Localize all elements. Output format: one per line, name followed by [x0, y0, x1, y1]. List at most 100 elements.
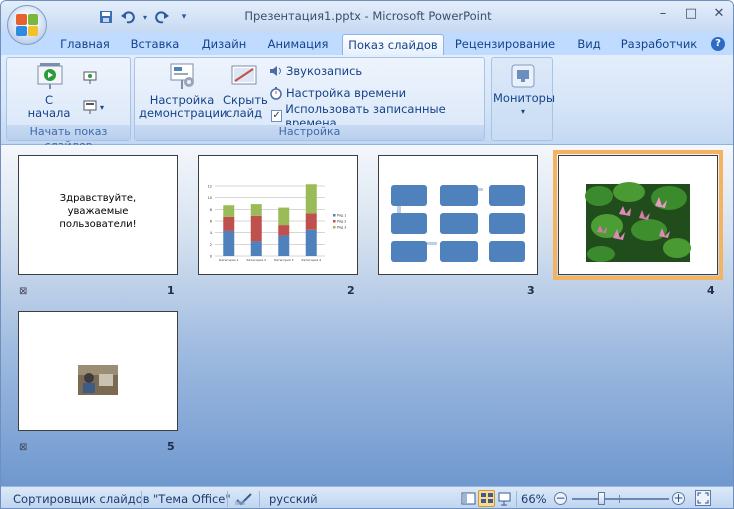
legend-label: Ряд 2 — [337, 220, 346, 224]
help-icon[interactable]: ? — [711, 37, 725, 51]
hide-slide-button[interactable]: Скрыть слайд — [223, 62, 268, 120]
window-controls: – □ ✕ — [653, 5, 729, 23]
monitors-button[interactable]: Мониторы ▾ — [493, 64, 556, 118]
bar-segment — [305, 229, 317, 256]
slide-thumbnail-1[interactable]: Здравствуйте, уважаемые пользователи! — [18, 155, 178, 275]
spellcheck-icon[interactable] — [235, 492, 253, 508]
tab-view[interactable]: Вид — [571, 34, 607, 55]
y-tick-label: 10 — [208, 196, 212, 200]
tab-review[interactable]: Рецензирование — [453, 34, 557, 55]
undo-dropdown-icon[interactable]: ▾ — [141, 8, 149, 26]
legend-swatch — [333, 220, 336, 223]
maximize-button[interactable]: □ — [681, 5, 701, 23]
slide-number-1: 1 — [167, 284, 175, 297]
checkmark-icon[interactable]: ✓ — [271, 110, 283, 122]
zoom-slider-track[interactable] — [572, 498, 669, 500]
projector-play-icon — [34, 62, 64, 90]
office-logo-icon — [16, 14, 38, 36]
custom-show-icon — [83, 100, 97, 114]
y-tick-label: 6 — [210, 220, 212, 224]
ribbon: С начала ▾ Начать показ слайдов Настройк… — [1, 55, 733, 152]
from-beginning-label-2: начала — [27, 106, 71, 120]
zoom-in-button[interactable]: + — [672, 492, 685, 505]
redo-icon[interactable] — [153, 8, 171, 26]
y-tick-label: 0 — [210, 255, 212, 259]
minimize-button[interactable]: – — [653, 5, 673, 23]
from-beginning-button[interactable]: С начала — [27, 62, 71, 120]
x-tick-label: Категория 4 — [302, 258, 322, 262]
water-lily-photo — [585, 182, 691, 262]
bar-segment — [305, 213, 317, 230]
slide-thumbnail-3[interactable] — [378, 155, 538, 275]
slide-transition-icon: ⊠ — [19, 286, 28, 297]
slide-show-view-icon[interactable] — [496, 490, 513, 507]
setup-show-label-2: демонстрации — [139, 106, 228, 120]
tab-slide-show[interactable]: Показ слайдов — [342, 34, 444, 55]
speaker-icon — [269, 64, 283, 78]
zoom-slider-thumb[interactable] — [598, 492, 606, 505]
record-narration-button[interactable]: Звукозапись — [269, 62, 362, 80]
bar-segment — [250, 215, 262, 242]
start-slideshow-group: С начала ▾ Начать показ слайдов — [6, 57, 131, 152]
slide-number-3: 3 — [527, 284, 535, 297]
bar-chart: 0 2 4 6 8 10 12 Категория 1 Категория 2 Категория… — [208, 184, 346, 262]
bar-segment — [250, 241, 262, 256]
slide-number-4: 4 — [707, 284, 715, 297]
tab-developer[interactable]: Разработчик — [617, 34, 701, 55]
customize-qat-icon[interactable]: ▾ — [175, 8, 193, 26]
normal-view-icon[interactable] — [460, 490, 477, 507]
y-tick-label: 2 — [210, 243, 212, 247]
theme-name[interactable]: "Тема Office" — [153, 492, 231, 506]
fit-to-window-icon[interactable] — [695, 490, 711, 506]
legend-label: Ряд 3 — [337, 226, 346, 230]
monitors-group[interactable]: Мониторы ▾ — [491, 57, 556, 141]
save-icon[interactable] — [97, 8, 115, 26]
tab-home[interactable]: Главная — [57, 34, 113, 55]
bar-segment — [278, 225, 290, 236]
legend-swatch — [333, 214, 336, 217]
undo-icon[interactable] — [119, 8, 137, 26]
zoom-slider-center-tick — [619, 495, 620, 503]
tab-design[interactable]: Дизайн — [197, 34, 251, 55]
record-narration-label: Звукозапись — [286, 64, 363, 78]
slide-sorter-area[interactable]: Здравствуйте, уважаемые пользователи! ⊠ … — [1, 145, 733, 486]
x-tick-label: Категория 2 — [247, 258, 267, 262]
bar-segment — [223, 205, 235, 217]
hide-slide-label-2: слайд — [225, 106, 263, 120]
slide-thumbnail-4[interactable] — [553, 150, 723, 280]
slide-sorter-view-icon[interactable] — [478, 490, 495, 507]
monitor-icon — [511, 64, 535, 88]
setup-group-label: Настройка — [135, 125, 484, 140]
office-photo — [78, 365, 118, 395]
slide-thumbnail-5[interactable] — [18, 311, 178, 431]
tab-insert[interactable]: Вставка — [127, 34, 183, 55]
zoom-level[interactable]: 66% — [521, 492, 547, 506]
slide-1-text: Здравствуйте, уважаемые пользователи! — [59, 193, 137, 230]
legend-swatch — [333, 226, 336, 229]
y-tick-label: 12 — [208, 185, 212, 189]
rehearse-timings-button[interactable]: Настройка времени — [269, 84, 406, 102]
setup-show-button[interactable]: Настройка демонстрации — [139, 62, 228, 120]
x-tick-label: Категория 3 — [274, 258, 294, 262]
stopwatch-icon — [269, 86, 283, 100]
status-separator — [516, 491, 517, 507]
slide-thumbnail-2[interactable]: 0 2 4 6 8 10 12 Категория 1 Категория 2 Категория… — [198, 155, 358, 275]
from-current-slide-button[interactable] — [83, 68, 97, 86]
hide-slide-icon — [229, 62, 259, 90]
close-button[interactable]: ✕ — [709, 5, 729, 23]
office-button[interactable] — [7, 5, 47, 45]
zoom-out-button[interactable]: − — [554, 492, 567, 505]
quick-access-toolbar: ▾ ▾ — [53, 7, 193, 27]
monitors-label: Мониторы — [493, 91, 556, 105]
custom-show-button[interactable]: ▾ — [83, 98, 104, 116]
legend-label: Ряд 1 — [337, 214, 346, 218]
slide-number-5: 5 — [167, 440, 175, 453]
status-separator — [141, 491, 142, 507]
bar-segment — [305, 184, 317, 214]
tab-animations[interactable]: Анимация — [263, 34, 333, 55]
setup-group: Настройка демонстрации Скрыть слайд Звук… — [134, 57, 485, 141]
use-timings-checkbox[interactable]: ✓ Использовать записанные времена — [271, 102, 484, 130]
slide-number-2: 2 — [347, 284, 355, 297]
monitors-dropdown-icon: ▾ — [520, 107, 525, 116]
language[interactable]: русский — [269, 492, 318, 506]
